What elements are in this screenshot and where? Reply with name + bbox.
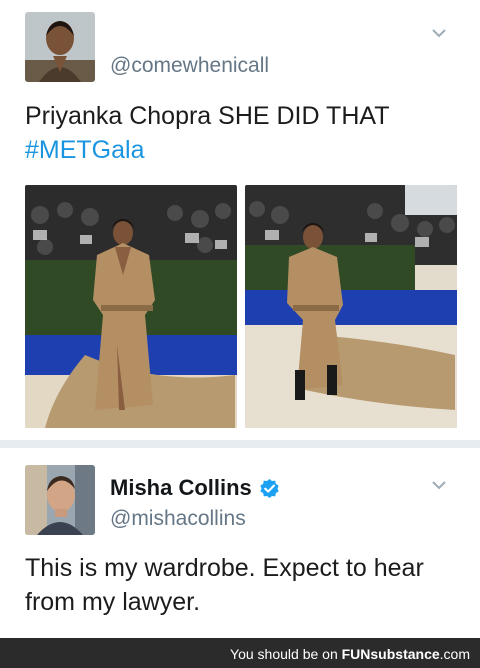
tweet-handle[interactable]: @mishacollins [110,507,246,531]
tweet-handle[interactable]: @comewhenicall [110,54,269,78]
watermark-banner: You should be on FUNsubstance.com [0,638,480,668]
tweet-card-1[interactable]: @comewhenicall Priyanka Chopra SHE DID T… [0,0,480,440]
verified-badge-icon [260,478,279,498]
watermark-brand: FUNsubstance [341,646,440,662]
tweet-text-line: from my lawyer. [25,588,201,616]
tweet-divider [0,440,480,448]
watermark-text: You should be on FUNsubstance.com [230,646,470,662]
caret-down-icon[interactable] [430,476,448,494]
author-name[interactable]: Misha Collins [110,475,252,501]
tweet-text: This is my wardrobe. Expect to hear from… [25,551,424,619]
tweet-text-line: This is my wardrobe. Expect to hear [25,554,424,582]
red-carpet-photo-side[interactable] [245,185,457,428]
tweet-text: Priyanka Chopra SHE DID THAT #METGala [25,99,389,167]
author-name-row[interactable]: Misha Collins [110,475,280,501]
avatar[interactable] [25,465,95,535]
avatar[interactable] [25,12,95,82]
tweet-text-line: Priyanka Chopra SHE DID THAT [25,102,390,130]
red-carpet-photo-front[interactable] [25,185,237,428]
watermark-prefix: You should be on [230,646,342,662]
hashtag-link[interactable]: #METGala [25,133,389,167]
caret-down-icon[interactable] [430,24,448,42]
watermark-suffix: .com [439,646,470,662]
